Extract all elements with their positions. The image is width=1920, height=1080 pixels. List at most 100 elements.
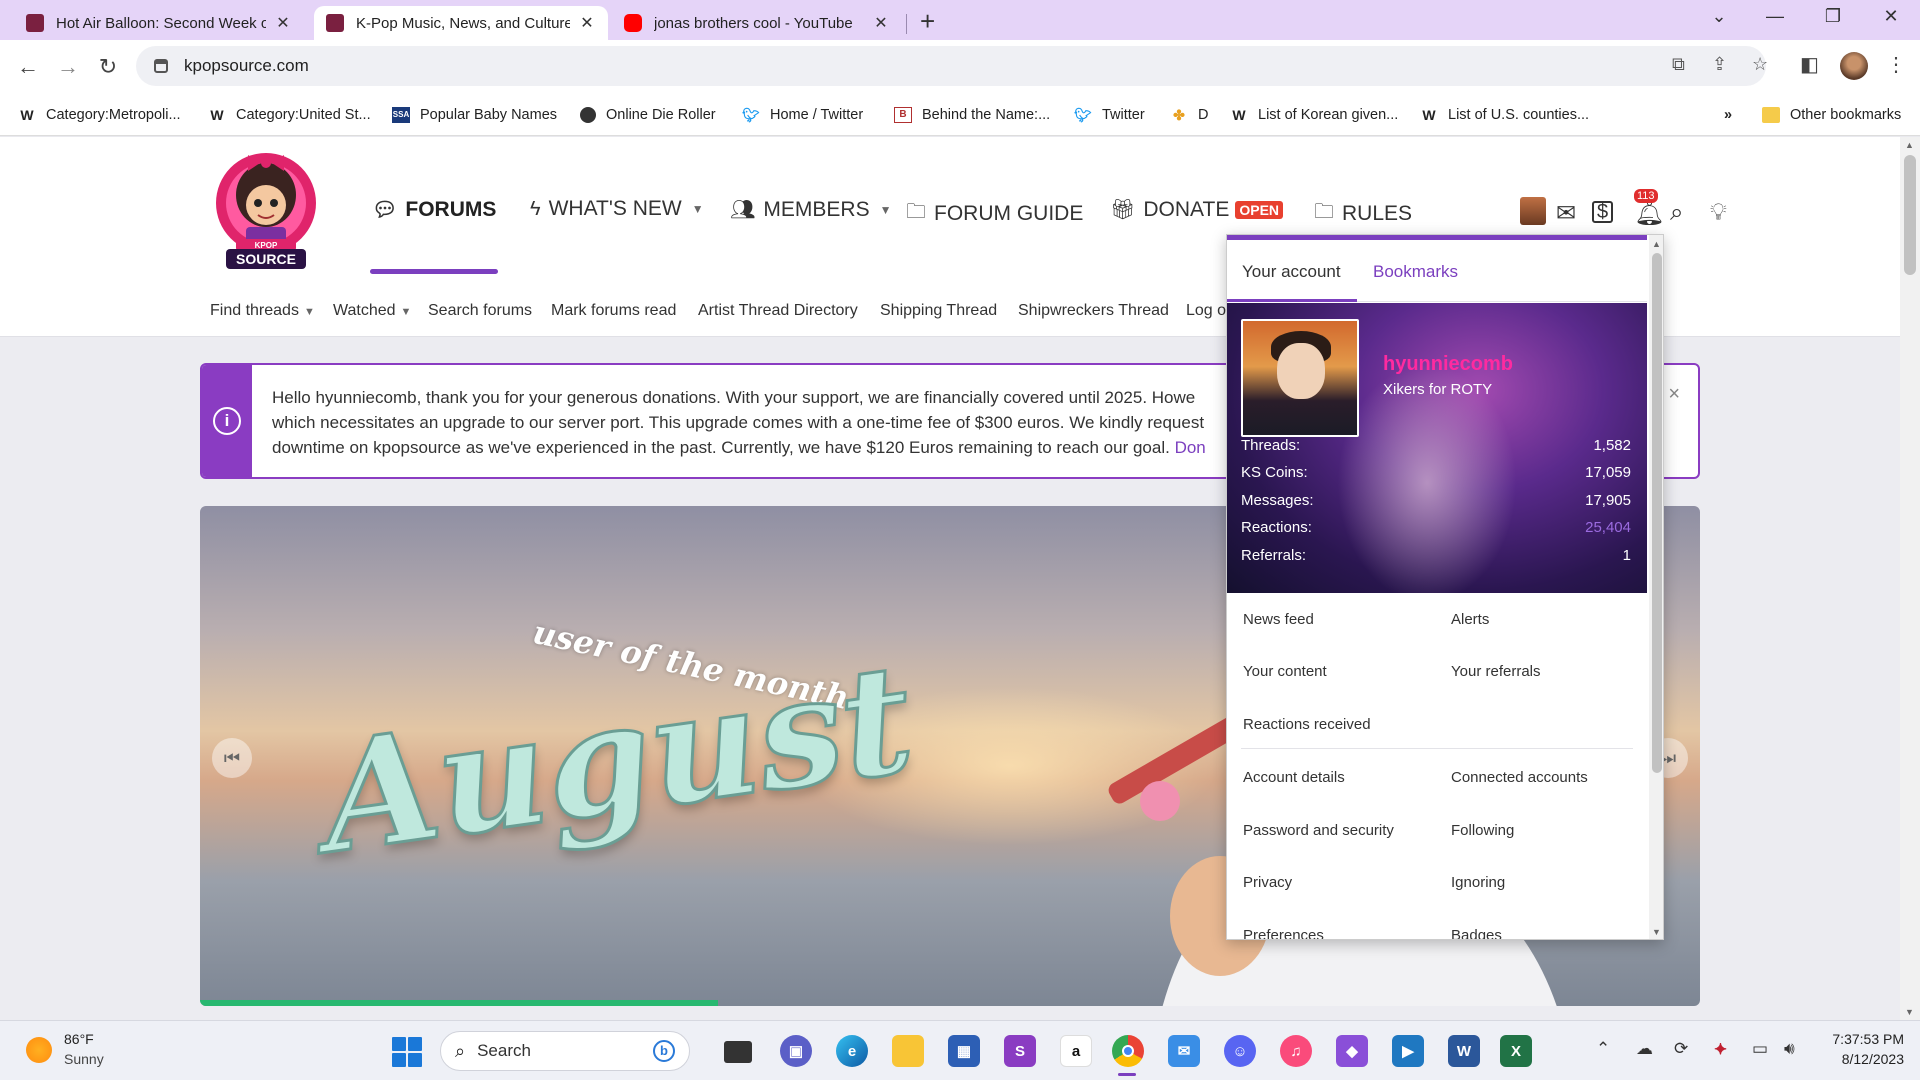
coins-icon[interactable]: $ (1592, 201, 1614, 223)
excel-icon[interactable]: X (1500, 1035, 1532, 1067)
taskbar-search[interactable]: ⌕ Search b (440, 1031, 690, 1071)
other-bookmarks[interactable]: Other bookmarks (1762, 107, 1901, 123)
bookmark-item[interactable]: W Category:United St... (208, 107, 370, 123)
caret-down-icon[interactable]: ▼ (304, 306, 315, 318)
alerts-bell-icon[interactable]: 🔔︎ (1634, 199, 1664, 228)
stat-value[interactable]: 17,905 (1585, 492, 1631, 509)
mail-icon[interactable]: ✉ (1168, 1035, 1200, 1067)
menu-your-content[interactable]: Your content (1243, 663, 1327, 680)
tray-app-icon[interactable]: ⯌ (1714, 1039, 1727, 1059)
tab-hot-air-balloon[interactable]: Hot Air Balloon: Second Week of ✕ (14, 6, 304, 40)
bookmark-star-icon[interactable]: ☆ (1752, 54, 1768, 75)
nav-donate[interactable]: 🎁︎ DONATE OPEN (1110, 197, 1284, 222)
tab-your-account[interactable]: Your account (1242, 262, 1341, 282)
tab-search-icon[interactable]: ⌄ (1704, 6, 1734, 27)
tab-kpop-music[interactable]: K-Pop Music, News, and Culture ✕ (314, 6, 608, 40)
restore-button[interactable]: ❐ (1818, 6, 1848, 27)
menu-ignoring[interactable]: Ignoring (1451, 874, 1505, 891)
volume-icon[interactable]: 🔊︎ (1784, 1039, 1795, 1059)
subnav-mark-forums-read[interactable]: Mark forums read (551, 302, 676, 320)
close-tab-icon[interactable]: ✕ (578, 13, 596, 33)
subnav-artist-thread-directory[interactable]: Artist Thread Directory (698, 302, 858, 320)
menu-account-details[interactable]: Account details (1243, 769, 1345, 786)
bookmark-item[interactable]: 🐦︎ Home / Twitter (742, 107, 863, 123)
bing-icon[interactable]: b (653, 1040, 675, 1062)
media-player-icon[interactable]: ▶ (1392, 1035, 1424, 1067)
menu-your-referrals[interactable]: Your referrals (1451, 663, 1541, 680)
stat-value[interactable]: 1 (1623, 547, 1631, 564)
close-tab-icon[interactable]: ✕ (872, 13, 890, 33)
scroll-up-icon[interactable]: ▲ (1905, 140, 1914, 150)
menu-alerts[interactable]: Alerts (1451, 611, 1489, 628)
menu-privacy[interactable]: Privacy (1243, 874, 1292, 891)
caret-down-icon[interactable]: ▼ (401, 306, 412, 318)
page-scrollbar[interactable]: ▲ ▼ (1900, 137, 1920, 1020)
menu-badges[interactable]: Badges (1451, 927, 1502, 939)
close-notice-icon[interactable]: × (1668, 383, 1680, 406)
onedrive-icon[interactable]: ☁ (1636, 1039, 1653, 1059)
caret-down-icon[interactable]: ▼ (880, 203, 892, 217)
game-app-icon[interactable]: ◆ (1336, 1035, 1368, 1067)
sync-icon[interactable]: ⟳ (1674, 1039, 1688, 1059)
subnav-shipwreckers-thread[interactable]: Shipwreckers Thread (1018, 302, 1169, 320)
username[interactable]: hyunniecomb (1383, 353, 1513, 376)
menu-password-security[interactable]: Password and security (1243, 822, 1394, 839)
back-button[interactable]: ← (14, 54, 42, 80)
bookmark-item[interactable]: Online Die Roller (580, 107, 716, 123)
task-view-icon[interactable] (724, 1041, 752, 1063)
search-icon[interactable]: ⌕ (1670, 199, 1683, 227)
menu-preferences[interactable]: Preferences (1243, 927, 1324, 939)
subnav-watched[interactable]: Watched ▼ (333, 302, 411, 320)
subnav-log-out[interactable]: Log o (1186, 302, 1226, 320)
edge-icon[interactable]: e (836, 1035, 868, 1067)
menu-connected-accounts[interactable]: Connected accounts (1451, 769, 1588, 786)
donate-link[interactable]: Don (1175, 438, 1206, 457)
nav-rules[interactable]: 🗀 RULES (1314, 197, 1412, 231)
stat-value[interactable]: 1,582 (1593, 437, 1631, 454)
url-text[interactable]: kpopsource.com (184, 56, 309, 76)
reload-button[interactable]: ↻ (94, 54, 122, 80)
discord-icon[interactable]: ☺ (1224, 1035, 1256, 1067)
bookmark-item[interactable]: ✤ D (1170, 107, 1208, 123)
bookmark-item[interactable]: 🐦︎ Twitter (1074, 107, 1145, 123)
nav-forums[interactable]: 💬︎ FORUMS (372, 197, 496, 222)
bookmark-item[interactable]: W List of Korean given... (1230, 107, 1398, 123)
scroll-up-icon[interactable]: ▲ (1652, 239, 1661, 249)
sun-icon[interactable] (26, 1037, 52, 1063)
user-avatar-large[interactable] (1241, 319, 1359, 437)
clock-date[interactable]: 8/12/2023 (1824, 1051, 1904, 1067)
subnav-shipping-thread[interactable]: Shipping Thread (880, 302, 997, 320)
scrollbar-thumb[interactable] (1904, 155, 1916, 275)
popup-scrollbar[interactable]: ▲ ▼ (1649, 235, 1663, 939)
lock-icon[interactable] (154, 59, 168, 73)
start-button[interactable] (392, 1037, 422, 1067)
network-icon[interactable]: ▭ (1752, 1039, 1768, 1059)
close-tab-icon[interactable]: ✕ (274, 13, 292, 33)
minimize-button[interactable]: — (1760, 6, 1790, 27)
purple-app-icon[interactable]: S (1004, 1035, 1036, 1067)
new-tab-button[interactable]: + (920, 6, 935, 37)
stat-value[interactable]: 25,404 (1585, 519, 1631, 536)
inbox-envelope-icon[interactable]: ✉ (1556, 199, 1576, 228)
menu-news-feed[interactable]: News feed (1243, 611, 1314, 628)
close-window-button[interactable]: ✕ (1876, 6, 1906, 27)
stat-value[interactable]: 17,059 (1585, 464, 1631, 481)
user-avatar[interactable] (1520, 197, 1546, 225)
lightbulb-icon[interactable]: 💡︎ (1710, 199, 1727, 227)
nav-members[interactable]: 👥︎ MEMBERS ▼ (730, 197, 891, 222)
kpopsource-logo[interactable]: KPOP SOURCE (208, 141, 324, 273)
file-explorer-icon[interactable] (892, 1035, 924, 1067)
subnav-search-forums[interactable]: Search forums (428, 302, 532, 320)
share-icon[interactable]: ⇪ (1712, 54, 1727, 75)
microsoft-store-icon[interactable]: ▦ (948, 1035, 980, 1067)
nav-whats-new[interactable]: ϟ WHAT'S NEW ▼ (530, 197, 704, 221)
address-bar[interactable]: kpopsource.com (136, 46, 1766, 86)
weather-temperature[interactable]: 86°F (64, 1031, 94, 1047)
scroll-down-icon[interactable]: ▼ (1905, 1007, 1914, 1017)
menu-following[interactable]: Following (1451, 822, 1514, 839)
bookmark-item[interactable]: SSA Popular Baby Names (392, 107, 557, 123)
nav-forum-guide[interactable]: 🗀 FORUM GUIDE (906, 197, 1083, 231)
bookmarks-overflow-button[interactable]: » (1724, 107, 1732, 123)
subnav-find-threads[interactable]: Find threads ▼ (210, 302, 315, 320)
side-panel-icon[interactable]: ◧ (1800, 52, 1819, 77)
